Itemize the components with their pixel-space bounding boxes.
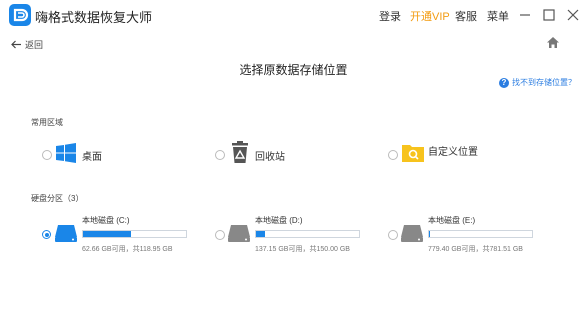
disk-d-name: 本地磁盘 (D:) [255,216,303,225]
help-label: 找不到存储位置？ [512,78,576,87]
custom-location-radio[interactable] [388,150,398,160]
disk-e-usage-bar [428,230,533,238]
disk-e-name: 本地磁盘 (E:) [428,216,476,225]
back-button[interactable]: 返回 [11,38,43,51]
disk-d-capacity: 137.15 GB可用，共150.00 GB [255,246,350,253]
minimize-button[interactable] [516,6,534,24]
hard-disk-icon [401,225,423,242]
home-icon[interactable] [546,36,560,49]
partitions-label: 硬盘分区（3） [31,194,84,203]
disk-c-usage-fill [83,231,132,237]
hard-disk-icon [228,225,250,242]
disk-e-capacity: 779.40 GB可用，共781.51 GB [428,246,523,253]
customer-service-link[interactable]: 客服 [455,8,477,24]
disk-c-capacity: 62.66 GB可用，共118.95 GB [82,246,173,253]
folder-search-icon [402,145,424,162]
disk-c-radio[interactable] [42,230,51,239]
disk-c-name: 本地磁盘 (C:) [82,216,130,225]
disk-e-usage-fill [429,231,430,237]
desktop-radio[interactable] [42,150,52,160]
disk-d-radio[interactable] [215,230,225,240]
windows-icon [56,143,76,163]
desktop-label: 桌面 [82,152,102,163]
nav-bar: 返回 [0,30,587,58]
arrow-left-icon [11,40,21,49]
custom-location-label: 自定义位置 [428,147,478,158]
recycle-bin-radio[interactable] [215,150,225,160]
common-areas-label: 常用区域 [31,118,63,127]
maximize-button[interactable] [540,6,558,24]
login-link[interactable]: 登录 [379,8,401,24]
recycle-bin-icon [232,141,248,163]
recycle-bin-label: 回收站 [255,152,285,163]
app-title: 嗨格式数据恢复大师 [35,10,153,25]
disk-e-radio[interactable] [388,230,398,240]
title-bar: 嗨格式数据恢复大师 登录 开通VIP 客服 菜单 [0,0,587,30]
vip-link[interactable]: 开通VIP [410,8,450,24]
disk-d-usage-bar [255,230,360,238]
app-logo-icon [9,4,31,26]
question-icon: ? [499,77,509,88]
disk-c-usage-bar [82,230,187,238]
disk-d-usage-fill [256,231,266,237]
close-button[interactable] [564,6,582,24]
back-label: 返回 [25,40,44,50]
help-link[interactable]: ? 找不到存储位置？ [499,77,576,88]
page-title: 选择原数据存储位置 [239,63,348,77]
menu-link[interactable]: 菜单 [487,8,509,24]
hard-disk-icon [55,225,77,242]
